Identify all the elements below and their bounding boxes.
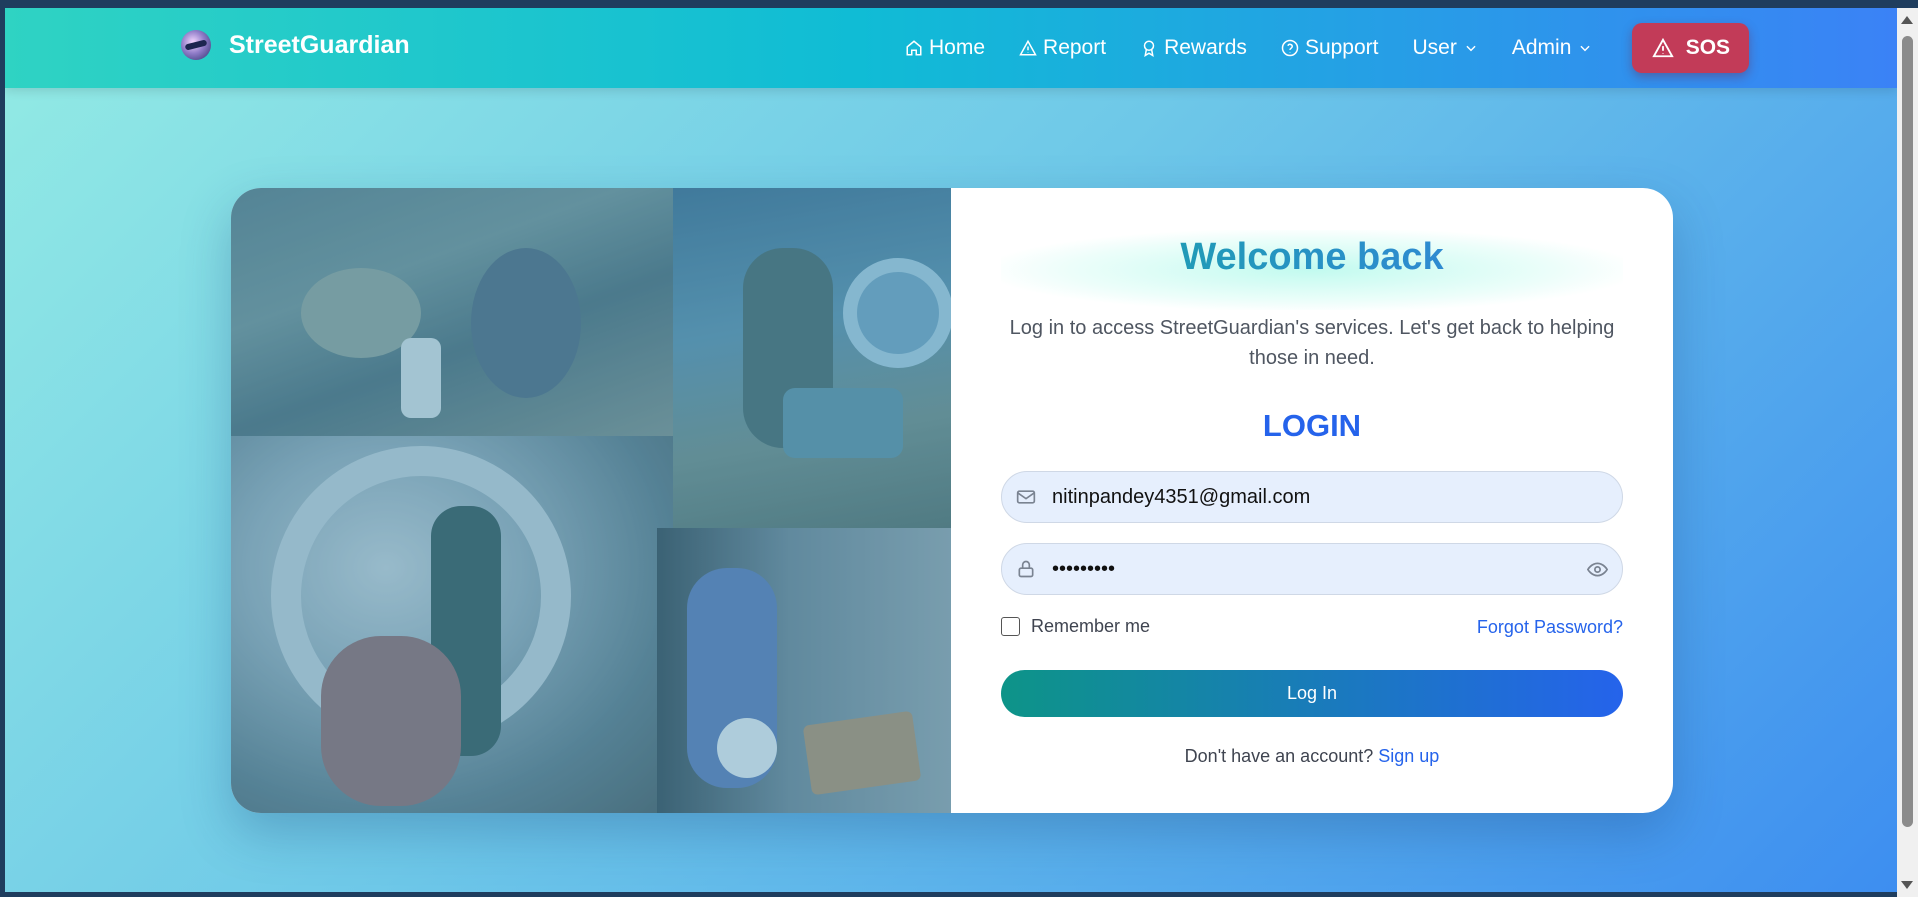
login-heading: LOGIN	[1262, 408, 1362, 443]
nav-item-label: Report	[1043, 36, 1107, 59]
photo-homeless-sign	[657, 528, 951, 813]
nav-item-label: Support	[1304, 36, 1379, 59]
photo-street-family	[231, 188, 673, 436]
signup-prompt: Don't have an account?	[1184, 746, 1379, 766]
scrollbar[interactable]	[1897, 8, 1918, 897]
welcome-subtitle: Log in to access StreetGuardian's servic…	[1009, 317, 1615, 369]
page: StreetGuardian Home Report Rewards Suppo…	[5, 8, 1897, 892]
scroll-up-arrow[interactable]	[1901, 16, 1913, 24]
nav-menu: Home Report Rewards Support User Admin S…	[905, 8, 1750, 88]
chevron-down-icon	[1580, 45, 1590, 52]
eye-icon[interactable]	[1587, 559, 1608, 580]
signup-row: Don't have an account? Sign up	[951, 746, 1673, 767]
brand-logo	[181, 30, 211, 60]
brand-name: StreetGuardian	[229, 30, 410, 59]
scrollbar-thumb[interactable]	[1902, 36, 1913, 827]
warning-icon	[1651, 37, 1674, 58]
chevron-down-icon	[1466, 45, 1476, 52]
nav-item-admin-dropdown[interactable]: Admin	[1512, 36, 1593, 60]
warning-icon	[1019, 39, 1037, 56]
login-card: Welcome back Log in to access StreetGuar…	[231, 188, 1673, 813]
password-value: •••••••••	[1052, 558, 1116, 580]
lock-icon	[1018, 560, 1034, 578]
email-value: nitinpandey4351@gmail.com	[1052, 486, 1311, 508]
photo-mother-daughter	[231, 436, 673, 813]
brand[interactable]: StreetGuardian	[181, 30, 410, 60]
nav-item-label: User	[1412, 36, 1457, 59]
mail-icon	[1016, 490, 1036, 504]
nav-item-user-dropdown[interactable]: User	[1413, 36, 1478, 60]
award-icon	[1143, 40, 1155, 57]
remember-checkbox[interactable]	[1001, 617, 1020, 636]
nav-item-label: Admin	[1511, 36, 1572, 59]
remember-me[interactable]: Remember me	[1001, 616, 1150, 637]
home-icon	[906, 40, 922, 56]
help-circle-icon	[1281, 39, 1299, 57]
forgot-password-link[interactable]: Forgot Password?	[1477, 617, 1623, 638]
navbar: StreetGuardian Home Report Rewards Suppo…	[5, 8, 1897, 88]
email-field[interactable]: nitinpandey4351@gmail.com	[1001, 471, 1623, 523]
signup-link[interactable]: Sign up	[1378, 746, 1439, 766]
nav-item-home[interactable]: Home	[905, 36, 985, 60]
login-button[interactable]: Log In	[1001, 670, 1623, 717]
nav-item-rewards[interactable]: Rewards	[1140, 36, 1247, 60]
sos-button[interactable]: SOS	[1632, 23, 1750, 73]
scroll-down-arrow[interactable]	[1901, 881, 1913, 889]
login-form: Welcome back Log in to access StreetGuar…	[951, 188, 1673, 813]
nav-item-label: Rewards	[1164, 36, 1247, 59]
remember-label: Remember me	[1031, 616, 1151, 636]
sos-label: SOS	[1685, 36, 1731, 59]
nav-item-support[interactable]: Support	[1281, 36, 1379, 60]
welcome-title: Welcome back	[951, 236, 1673, 279]
nav-item-label: Home	[929, 36, 986, 59]
nav-item-report[interactable]: Report	[1019, 36, 1106, 60]
password-field[interactable]: •••••••••	[1001, 543, 1623, 595]
photo-collage	[231, 188, 951, 813]
photo-woman-with-dishes	[673, 188, 951, 528]
